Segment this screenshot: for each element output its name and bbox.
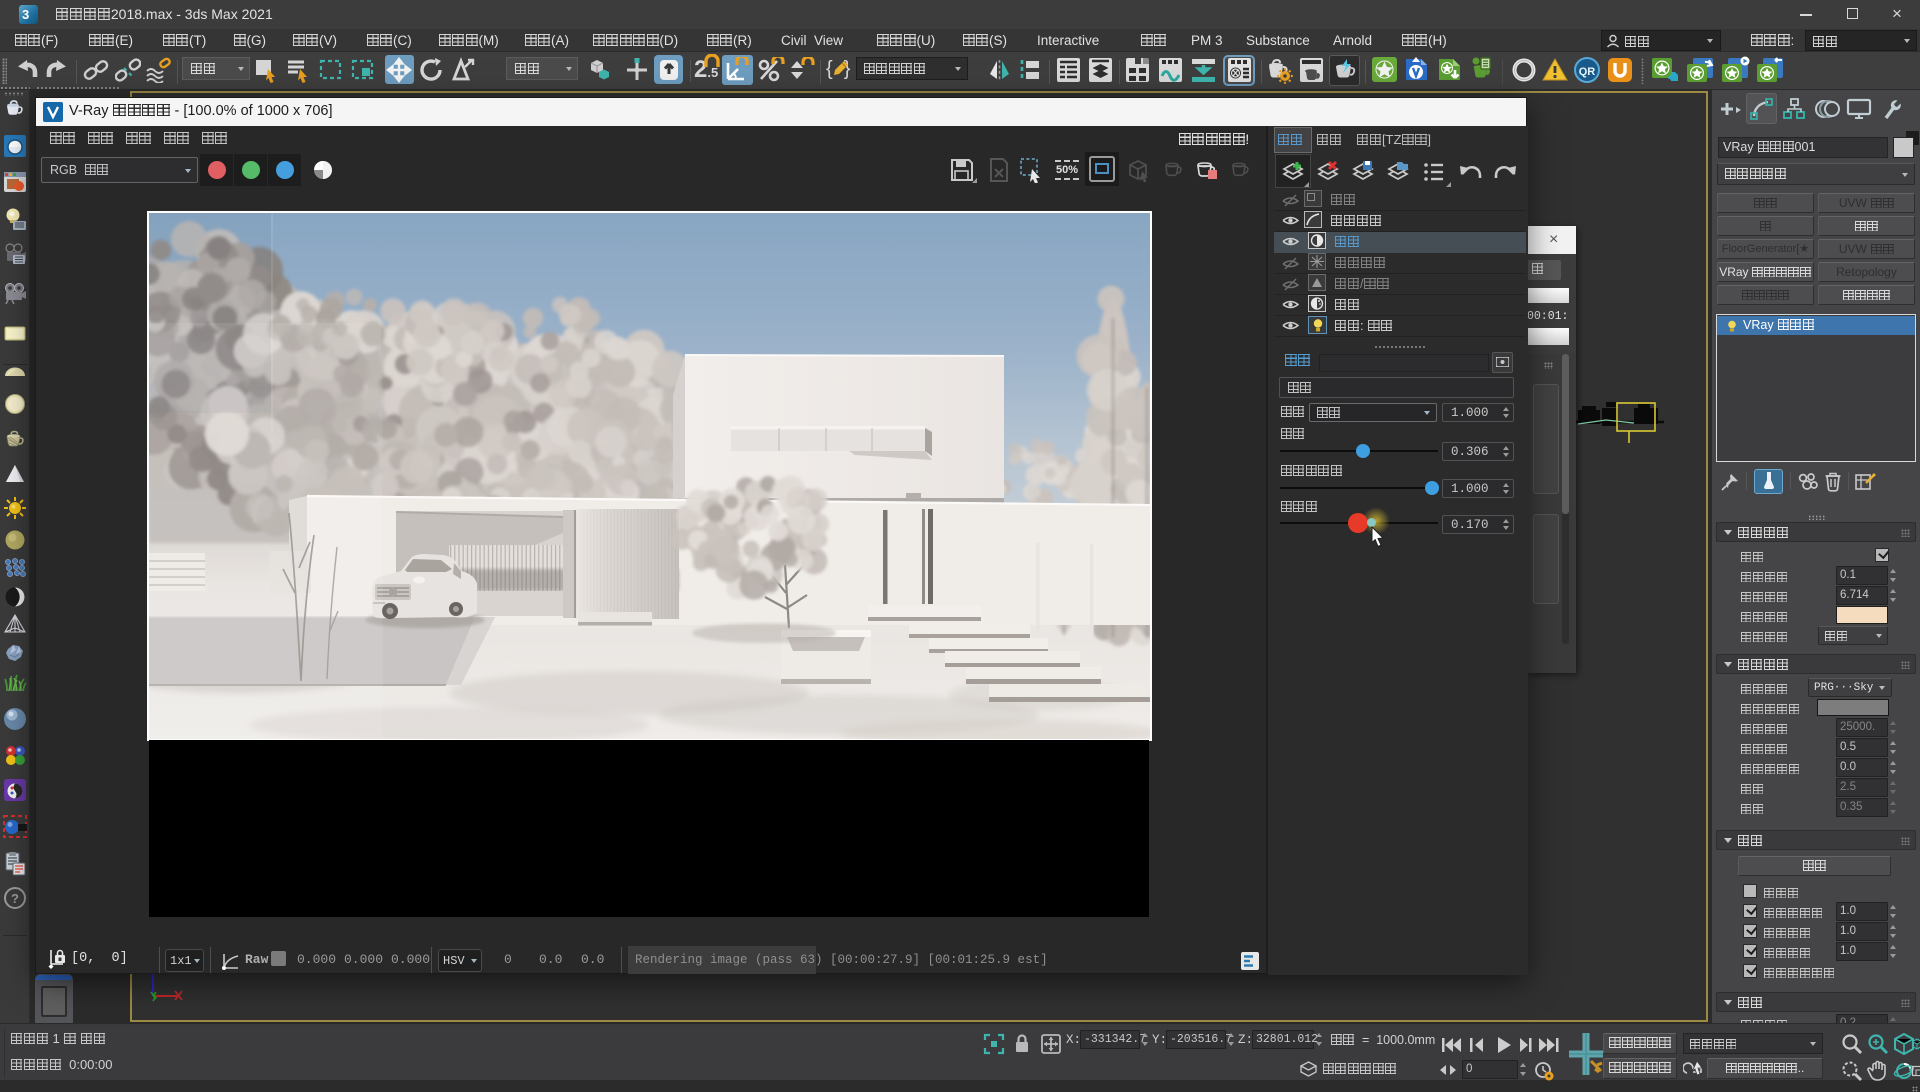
svg-text:QR: QR bbox=[1579, 66, 1596, 78]
svg-text:?: ? bbox=[11, 891, 19, 906]
